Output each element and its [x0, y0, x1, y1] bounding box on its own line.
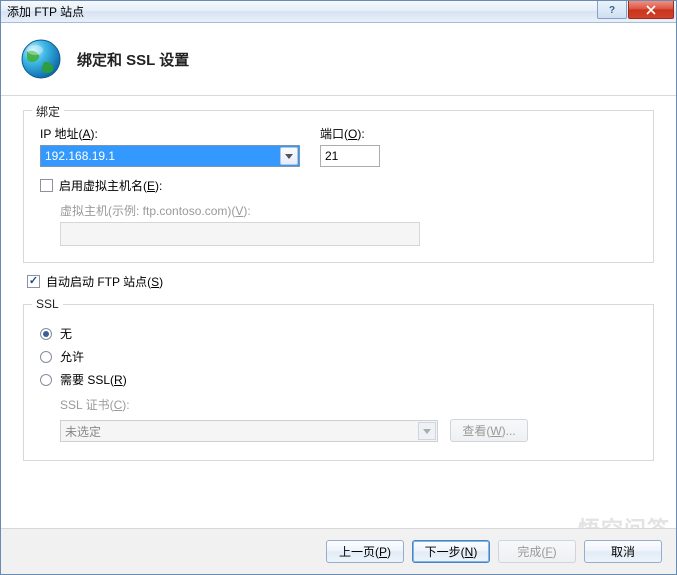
ssl-cert-dropdown-arrow-icon	[418, 422, 436, 440]
ssl-none-label: 无	[60, 325, 72, 342]
ip-address-label: IP 地址(A):	[40, 125, 300, 142]
autostart-label: 自动启动 FTP 站点(S)	[46, 273, 163, 290]
ip-dropdown-arrow-icon[interactable]	[280, 147, 298, 165]
ssl-none-radio[interactable]	[40, 328, 52, 340]
virtual-host-label: 虚拟主机(示例: ftp.contoso.com)(V):	[60, 204, 251, 218]
ssl-allow-row[interactable]: 允许	[40, 348, 637, 365]
wizard-window: 添加 FTP 站点 ?	[0, 0, 677, 575]
ssl-none-row[interactable]: 无	[40, 325, 637, 342]
enable-virtual-host-label: 启用虚拟主机名(E):	[59, 177, 162, 194]
ip-address-combo[interactable]	[40, 145, 300, 167]
wizard-footer: 上一页(P) 下一步(N) 完成(F) 取消	[1, 528, 676, 574]
next-button[interactable]: 下一步(N)	[412, 540, 490, 563]
enable-virtual-host-checkbox[interactable]	[40, 179, 53, 192]
enable-virtual-host-row[interactable]: 启用虚拟主机名(E):	[40, 177, 637, 194]
ssl-cert-input	[60, 420, 438, 442]
ssl-cert-label: SSL 证书(C):	[60, 398, 130, 412]
prev-button[interactable]: 上一页(P)	[326, 540, 404, 563]
view-cert-button: 查看(W)...	[450, 419, 528, 442]
ssl-legend: SSL	[32, 297, 63, 311]
page-title: 绑定和 SSL 设置	[77, 49, 189, 70]
finish-button: 完成(F)	[498, 540, 576, 563]
port-input[interactable]	[320, 145, 380, 167]
help-icon: ?	[607, 5, 617, 15]
window-title: 添加 FTP 站点	[7, 3, 84, 20]
binding-group: 绑定 IP 地址(A): 端口(O): 启用虚拟主机名(	[23, 110, 654, 263]
globe-icon	[19, 37, 63, 81]
ssl-cert-combo	[60, 420, 438, 442]
ssl-allow-label: 允许	[60, 348, 84, 365]
autostart-checkbox[interactable]	[27, 275, 40, 288]
binding-legend: 绑定	[32, 103, 64, 120]
virtual-host-input	[60, 222, 420, 246]
close-icon	[646, 5, 656, 15]
autostart-row[interactable]: 自动启动 FTP 站点(S)	[27, 273, 654, 290]
ssl-allow-radio[interactable]	[40, 351, 52, 363]
ssl-group: SSL 无 允许 需要 SSL(R) SSL 证书(C):	[23, 304, 654, 461]
ssl-require-row[interactable]: 需要 SSL(R)	[40, 371, 637, 388]
ip-address-input[interactable]	[40, 145, 300, 167]
port-label: 端口(O):	[320, 125, 380, 142]
ssl-require-radio[interactable]	[40, 374, 52, 386]
help-button[interactable]: ?	[597, 1, 627, 19]
cancel-button[interactable]: 取消	[584, 540, 662, 563]
titlebar-buttons: ?	[596, 1, 674, 19]
wizard-header: 绑定和 SSL 设置	[1, 23, 676, 96]
close-button[interactable]	[628, 1, 674, 19]
titlebar[interactable]: 添加 FTP 站点 ?	[1, 1, 676, 23]
svg-text:?: ?	[609, 5, 615, 15]
ssl-require-label: 需要 SSL(R)	[60, 371, 127, 388]
